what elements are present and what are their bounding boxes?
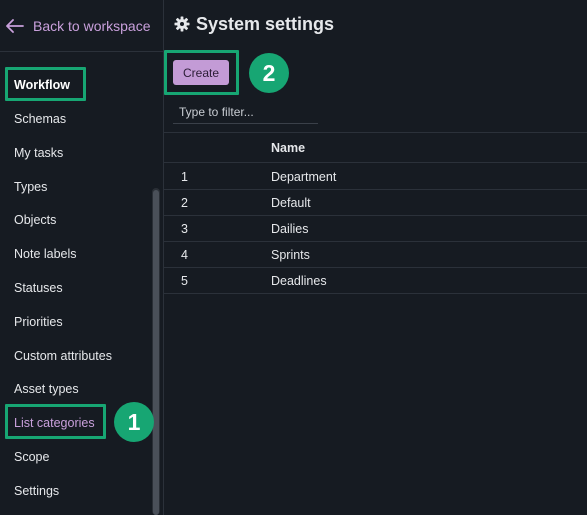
sidebar-item-schemas[interactable]: Schemas [14, 110, 66, 128]
step-badge-2: 2 [249, 53, 289, 93]
sidebar-divider [0, 51, 164, 52]
sidebar-item-objects[interactable]: Objects [14, 211, 56, 229]
step-badge-1: 1 [114, 402, 154, 442]
row-name: Deadlines [271, 274, 327, 288]
back-to-workspace-link[interactable]: Back to workspace [6, 14, 151, 38]
row-index: 3 [181, 222, 188, 236]
sidebar-item-priorities[interactable]: Priorities [14, 313, 63, 331]
table-row[interactable]: 3 Dailies [164, 216, 587, 242]
row-name: Department [271, 170, 337, 184]
sidebar-heading-workflow[interactable]: Workflow [14, 76, 70, 94]
back-to-workspace-label: Back to workspace [33, 18, 151, 34]
table-row[interactable]: 5 Deadlines [164, 268, 587, 294]
row-index: 4 [181, 248, 188, 262]
row-name: Sprints [271, 248, 310, 262]
table-row[interactable]: 2 Default [164, 190, 587, 216]
filter-input[interactable] [173, 100, 318, 124]
sidebar-item-custom-attributes[interactable]: Custom attributes [14, 347, 112, 365]
row-index: 2 [181, 196, 188, 210]
sidebar-item-list-categories[interactable]: List categories [14, 414, 95, 432]
row-name: Dailies [271, 222, 309, 236]
table-header-row: Name [164, 133, 587, 163]
sidebar-item-my-tasks[interactable]: My tasks [14, 144, 63, 162]
sidebar-scrollbar-thumb[interactable] [153, 190, 159, 515]
page-title-text: System settings [196, 13, 335, 34]
sidebar-item-note-labels[interactable]: Note labels [14, 245, 77, 263]
row-index: 5 [181, 274, 188, 288]
sidebar-item-types[interactable]: Types [14, 178, 47, 196]
gear-icon [174, 16, 190, 32]
table-row[interactable]: 4 Sprints [164, 242, 587, 268]
arrow-left-icon [6, 19, 24, 33]
table-row[interactable]: 1 Department [164, 164, 587, 190]
page-title: System settings [174, 12, 334, 36]
sidebar-item-asset-types[interactable]: Asset types [14, 380, 79, 398]
sidebar-item-settings[interactable]: Settings [14, 482, 59, 500]
sidebar-item-scope[interactable]: Scope [14, 448, 49, 466]
create-button[interactable]: Create [173, 60, 229, 85]
column-header-name[interactable]: Name [271, 141, 305, 155]
row-index: 1 [181, 170, 188, 184]
row-name: Default [271, 196, 311, 210]
sidebar-item-statuses[interactable]: Statuses [14, 279, 63, 297]
